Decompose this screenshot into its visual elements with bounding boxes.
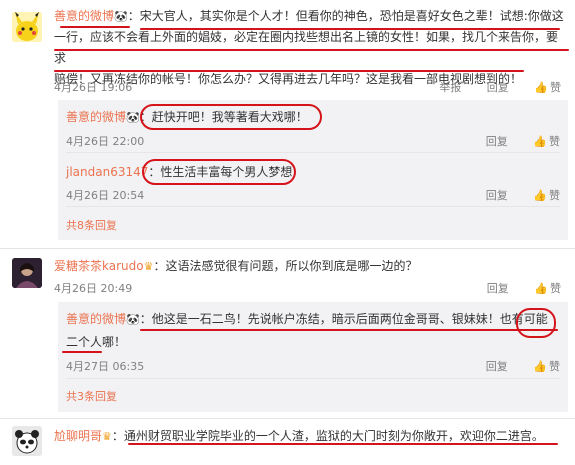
avatar[interactable] (12, 258, 42, 288)
reply-time: 4月27日 06:35 (66, 360, 145, 373)
reply-divider (66, 206, 560, 207)
vip-badge-icon: ♛ (102, 430, 112, 443)
reply-username[interactable]: jlandan63147 (66, 165, 148, 179)
comment-body: 善意的微博🐼：宋大官人，其实你是个人才！但看你的神色，恐怕是喜好女色之辈！试想:… (54, 6, 569, 90)
reply-actions: 回复 👍 赞 (464, 133, 560, 149)
reply-item: jlandan63147：性生活丰富每个男人梦想 (66, 163, 560, 180)
reply-link[interactable]: 回复 (486, 189, 508, 202)
like-icon[interactable]: 👍 赞 (534, 282, 561, 295)
panda-badge-icon: 🐼 (114, 10, 128, 23)
like-icon[interactable]: 👍 赞 (533, 189, 560, 202)
comment-time: 4月26日 20:49 (54, 282, 133, 295)
comment-actions: 回复 👍 赞 (465, 280, 561, 296)
like-icon[interactable]: 👍 赞 (533, 360, 560, 373)
annotation-circle (142, 159, 296, 185)
annotation-underline (128, 443, 558, 445)
panda-avatar-icon (12, 426, 42, 456)
vip-badge-icon: ♛ (143, 260, 154, 273)
report-link[interactable]: 举报 (439, 81, 461, 94)
comment-username[interactable]: 尬聊明哥 (54, 429, 102, 443)
more-replies-link[interactable]: 共3条回复 (66, 388, 117, 404)
like-icon[interactable]: 👍 赞 (533, 135, 560, 148)
reply-username[interactable]: 善意的微博 (66, 312, 126, 326)
avatar[interactable] (12, 12, 42, 42)
comment-text: 一行，应该不会看上外面的娼妓，必定在圈内找些想出名上镜的女性！如果，找几个来告你… (54, 30, 559, 65)
reply-actions: 回复 👍 赞 (464, 187, 560, 203)
comment-time: 4月26日 19:06 (54, 81, 133, 94)
annotation-circle (516, 308, 556, 338)
annotation-underline (140, 28, 560, 30)
comment-body: 爱糖茶茶karudo♛：这语法感觉很有问题，所以你到底是哪一边的？ (54, 256, 569, 277)
reply-text: 二个人哪！ (66, 335, 127, 349)
reply-divider (66, 378, 560, 379)
comment-text: ：这语法感觉很有问题，所以你到底是哪一边的？ (153, 259, 418, 273)
reply-text: ：他这是一石二鸟！先说帐户冻结，暗示后面两位金哥哥、银妹妹！也有可能 (139, 312, 548, 326)
reply-username[interactable]: 善意的微博 (66, 110, 126, 124)
reply-box: 善意的微博🐼：他这是一石二鸟！先说帐户冻结，暗示后面两位金哥哥、银妹妹！也有可能… (58, 302, 568, 412)
annotation-underline (54, 49, 569, 51)
reply-time: 4月26日 20:54 (66, 189, 145, 202)
reply-time: 4月26日 22:00 (66, 135, 145, 148)
pikachu-avatar-icon (12, 12, 42, 42)
panda-badge-icon: 🐼 (126, 313, 140, 326)
annotation-underline (62, 351, 102, 353)
comment-username[interactable]: 善意的微博 (54, 9, 114, 23)
annotation-underline (54, 70, 524, 72)
comment-actions: 举报 回复 👍 赞 (417, 79, 561, 95)
comment-divider (0, 418, 575, 419)
user-photo-icon (12, 258, 42, 288)
reply-link[interactable]: 回复 (486, 360, 508, 373)
comment-text: ：通州财贸职业学院毕业的一个人渣，监狱的大门时刻为你敞开，欢迎你二进宫。 (111, 429, 544, 443)
reply-link[interactable]: 回复 (486, 135, 508, 148)
comment-username[interactable]: 爱糖茶茶karudo (54, 259, 144, 273)
comment-text: ：宋大官人，其实你是个人才！但看你的神色，恐怕是喜好女色之辈！试想:你做这 (127, 9, 564, 23)
annotation-underline (140, 329, 558, 331)
reply-link[interactable]: 回复 (487, 282, 509, 295)
like-icon[interactable]: 👍 赞 (534, 81, 561, 94)
panda-badge-icon: 🐼 (126, 111, 140, 124)
annotation-underline (60, 26, 130, 28)
annotation-circle (140, 104, 322, 130)
reply-actions: 回复 👍 赞 (464, 358, 560, 374)
avatar[interactable] (12, 426, 42, 456)
reply-divider (66, 152, 560, 153)
comment-divider (0, 248, 575, 249)
reply-link[interactable]: 回复 (487, 81, 509, 94)
more-replies-link[interactable]: 共8条回复 (66, 217, 117, 233)
